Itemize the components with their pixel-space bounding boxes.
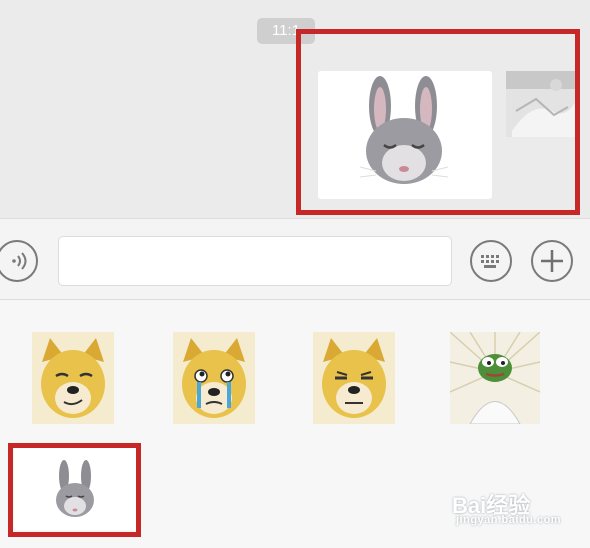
rabbit-sticker-icon (359, 76, 449, 184)
watermark: Bai经验 jingyan.baidu.com (452, 488, 582, 538)
sticker-pepe-frog[interactable] (449, 331, 541, 425)
doge-smirk-icon (32, 332, 114, 424)
keyboard-icon (481, 255, 499, 268)
input-bar (0, 218, 590, 300)
keyboard-button[interactable] (470, 240, 512, 282)
add-more-button[interactable] (531, 240, 573, 282)
sticker-rabbit[interactable] (14, 448, 136, 530)
sticker-doge-tired[interactable] (313, 332, 395, 424)
message-input[interactable] (58, 236, 452, 286)
doge-tired-icon (313, 332, 395, 424)
rabbit-sticker-icon (14, 448, 136, 530)
voice-button[interactable] (0, 240, 38, 282)
pepe-frog-icon (449, 331, 541, 425)
doge-crying-icon (173, 332, 255, 424)
sticker-doge-smirk[interactable] (32, 332, 114, 424)
plus-icon (541, 250, 563, 272)
sticker-doge-crying[interactable] (173, 332, 255, 424)
photo-thumbnail-icon (506, 71, 576, 137)
voice-icon (12, 252, 27, 270)
chat-area: 11:1 (0, 0, 590, 218)
message-time: 11:1 (257, 18, 315, 44)
rabbit-sticker-message[interactable] (318, 71, 492, 199)
photo-thumbnail-message[interactable] (506, 71, 576, 137)
watermark-url: jingyan.baidu.com (456, 514, 562, 526)
